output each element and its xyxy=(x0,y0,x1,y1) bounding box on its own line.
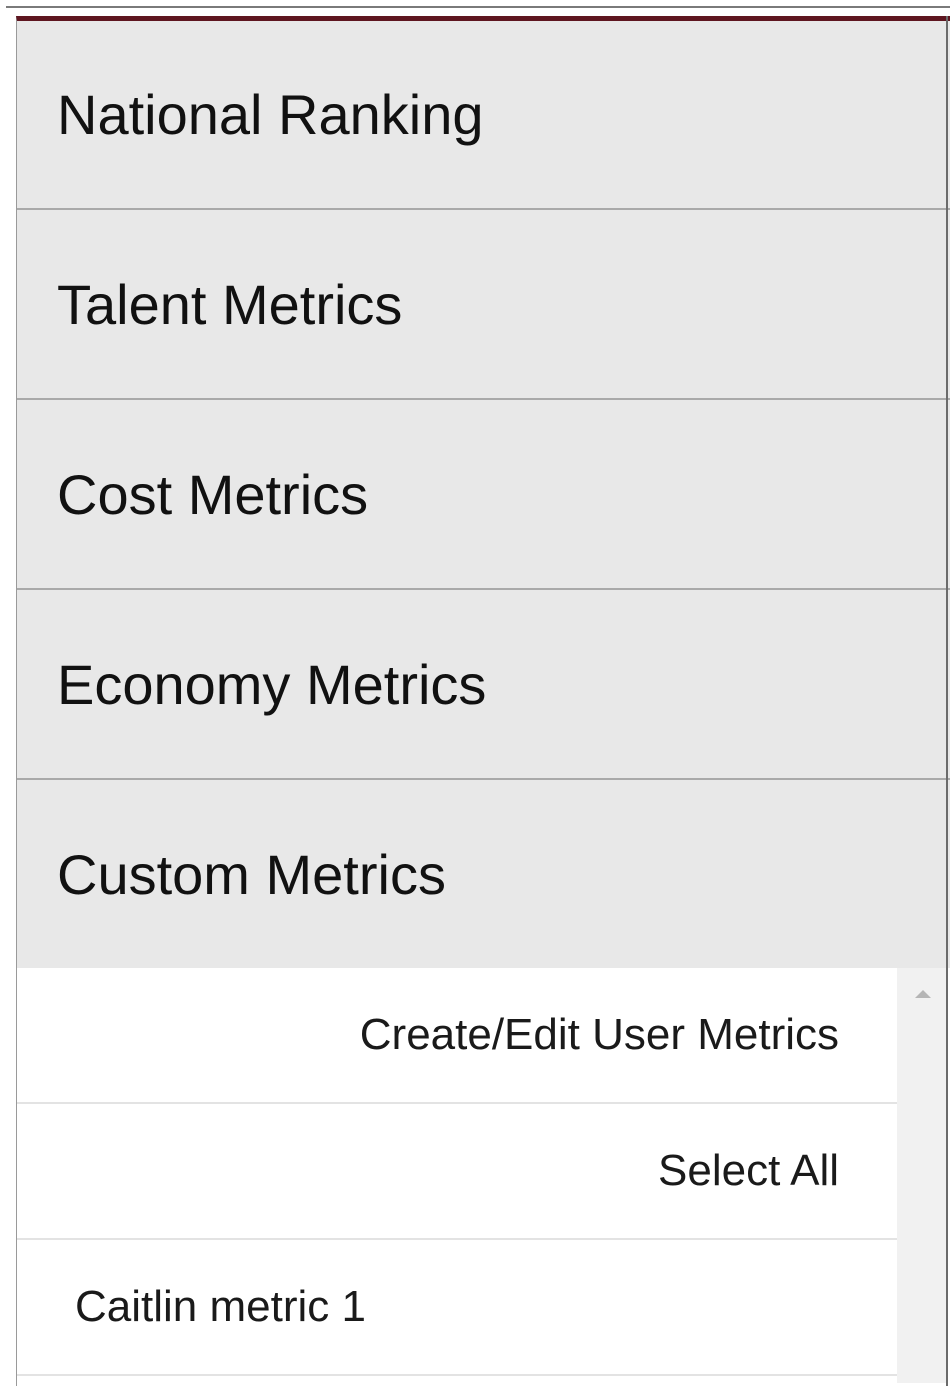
create-edit-user-metrics-label: Create/Edit User Metrics xyxy=(359,1010,839,1059)
accordion-header-label: Economy Metrics xyxy=(57,652,487,716)
accordion-header-custom-metrics[interactable]: Custom Metrics xyxy=(17,780,950,968)
outer-frame-border-right xyxy=(946,16,948,1386)
select-all-link[interactable]: Select All xyxy=(17,1104,897,1240)
metrics-accordion-panel: National Ranking Talent Metrics Cost Met… xyxy=(16,16,950,1386)
list-item[interactable]: Caitlin metric 1 xyxy=(17,1240,897,1376)
scroll-up-arrow-icon[interactable] xyxy=(915,990,931,998)
accordion-header-economy-metrics[interactable]: Economy Metrics xyxy=(17,590,950,780)
custom-metrics-list: Create/Edit User Metrics Select All Cait… xyxy=(17,968,897,1383)
metrics-accordion: National Ranking Talent Metrics Cost Met… xyxy=(17,21,950,1383)
accordion-header-cost-metrics[interactable]: Cost Metrics xyxy=(17,400,950,590)
accordion-header-national-ranking[interactable]: National Ranking xyxy=(17,21,950,210)
accordion-header-talent-metrics[interactable]: Talent Metrics xyxy=(17,210,950,400)
select-all-label: Select All xyxy=(658,1146,839,1195)
accordion-header-label: Cost Metrics xyxy=(57,462,369,526)
outer-frame-border-top xyxy=(6,6,950,8)
metric-item-label: Caitlin metric 1 xyxy=(75,1282,366,1331)
panel-scrollbar[interactable] xyxy=(897,968,948,1383)
create-edit-user-metrics-link[interactable]: Create/Edit User Metrics xyxy=(17,968,897,1104)
accordion-header-label: Talent Metrics xyxy=(57,272,403,336)
custom-metrics-panel: Create/Edit User Metrics Select All Cait… xyxy=(17,968,950,1383)
accordion-header-label: National Ranking xyxy=(57,83,484,146)
accordion-header-label: Custom Metrics xyxy=(57,842,446,906)
